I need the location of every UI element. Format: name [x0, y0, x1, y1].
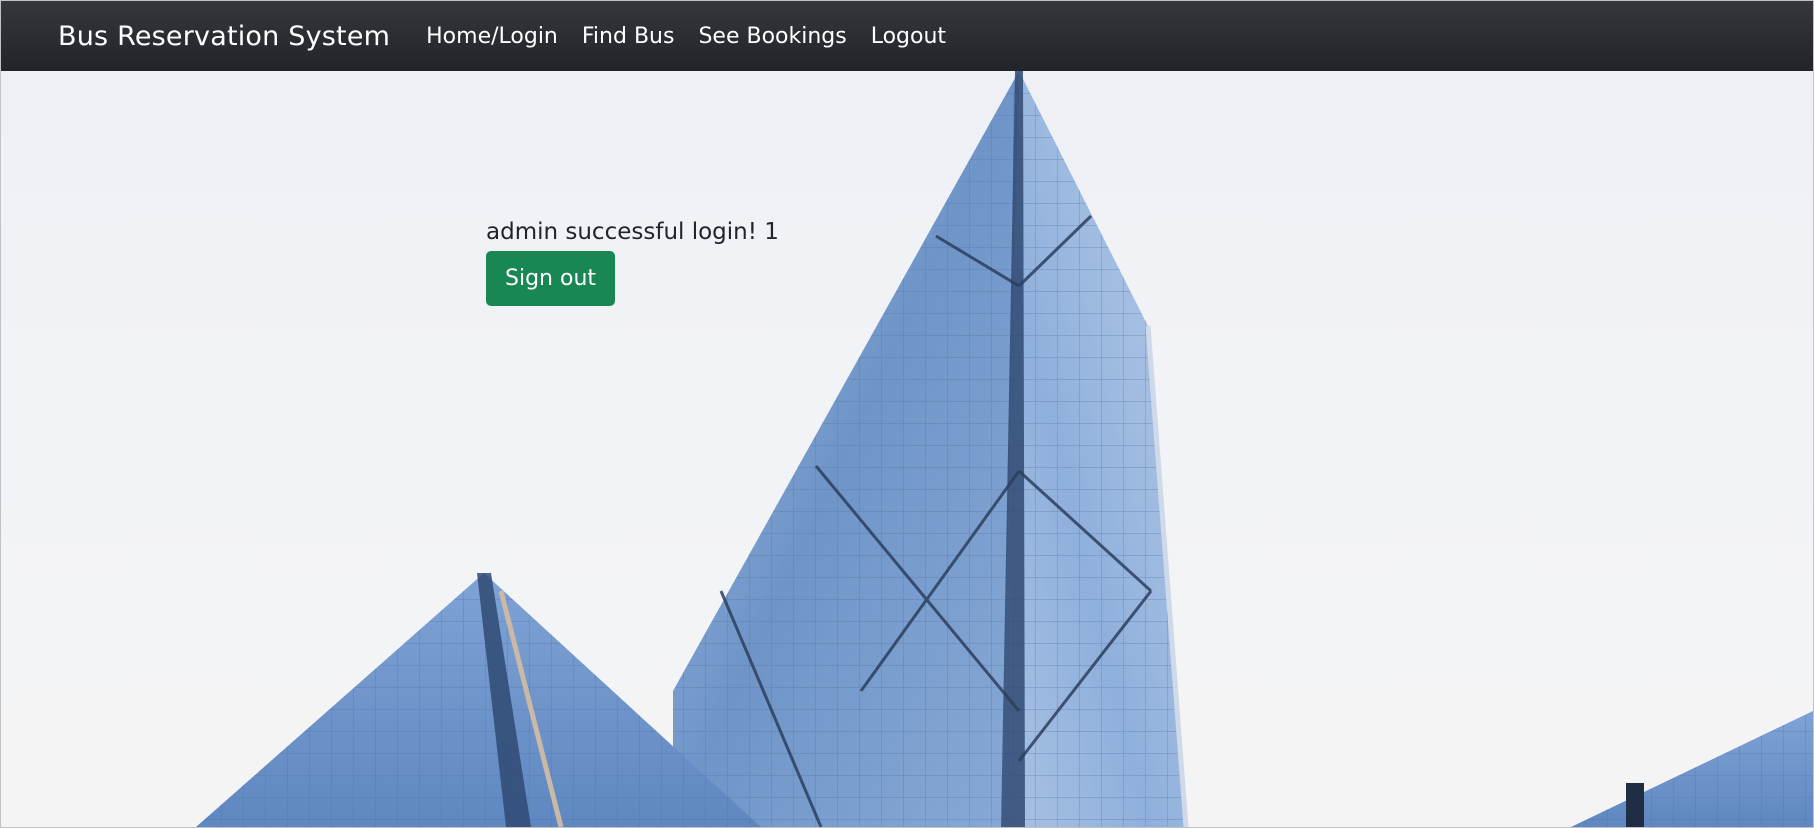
- brand-link[interactable]: Bus Reservation System: [58, 21, 390, 52]
- page: Bus Reservation System Home/Login Find B…: [0, 0, 1814, 828]
- nav-links: Home/Login Find Bus See Bookings Logout: [426, 24, 970, 49]
- nav-link-logout[interactable]: Logout: [871, 24, 946, 49]
- top-navbar: Bus Reservation System Home/Login Find B…: [1, 1, 1813, 71]
- sign-out-button[interactable]: Sign out: [486, 251, 616, 306]
- login-status-panel: admin successful login! 1 Sign out: [486, 217, 779, 306]
- nav-link-see-bookings[interactable]: See Bookings: [698, 24, 846, 49]
- hero-background: admin successful login! 1 Sign out: [1, 71, 1813, 827]
- login-success-message: admin successful login! 1: [486, 219, 779, 245]
- skyscraper-background-image: [196, 71, 1813, 827]
- nav-link-find-bus[interactable]: Find Bus: [582, 24, 675, 49]
- nav-link-home-login[interactable]: Home/Login: [426, 24, 558, 49]
